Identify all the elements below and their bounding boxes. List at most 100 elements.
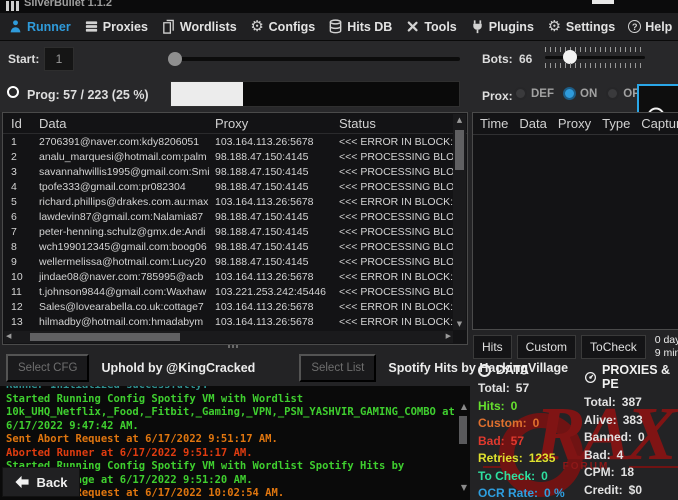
log-scroll-down-icon[interactable]: ▼ [461, 483, 467, 492]
splitter-grip[interactable] [228, 345, 238, 348]
col-header-proxy[interactable]: Proxy [211, 116, 335, 131]
cell-id: 11 [3, 286, 33, 298]
table-row[interactable]: 9 wellermelissa@hotmail.com:Lucy20 98.18… [3, 254, 467, 269]
table-row[interactable]: 8 wch199012345@gmail.com:boog06 98.188.4… [3, 239, 467, 254]
stat-value: 57 [511, 434, 524, 448]
menu-item-label: Hits DB [347, 20, 392, 34]
tab-tocheck[interactable]: ToCheck [581, 335, 646, 359]
cell-status: <<< PROCESSING BLOCK [335, 166, 453, 178]
log-line: Sent Abort Request at 6/17/2022 9:51:17 … [6, 433, 456, 447]
log-scrollbar-thumb[interactable] [459, 416, 467, 444]
scroll-left-icon[interactable]: ◀ [6, 332, 11, 340]
tab-hits[interactable]: Hits [473, 335, 512, 359]
table-row[interactable]: 10 jindae08@naver.com:785995@acb 103.164… [3, 269, 467, 284]
scroll-down-icon[interactable]: ▼ [453, 320, 466, 328]
stat-value: 383 [623, 413, 643, 427]
cell-proxy: 103.164.113.26:5678 [211, 316, 335, 328]
menu-item-plugins[interactable]: Plugins [470, 19, 534, 34]
selected-config-name: Uphold by @KingCracked [101, 361, 255, 375]
cell-data: 2706391@naver.com:kdy8206051 [33, 136, 211, 148]
data-stats-rows: Total: 57 Hits: 0 Custom: 0 Bad: [478, 381, 580, 500]
cell-id: 2 [3, 151, 33, 163]
back-arrow-icon [14, 475, 30, 489]
start-input[interactable]: 1 [44, 47, 74, 71]
vertical-scrollbar-thumb[interactable] [455, 130, 464, 170]
app-logo-icon [6, 1, 19, 11]
table-row[interactable]: 4 tpofe333@gmail.com:pr082304 98.188.47.… [3, 179, 467, 194]
stat-label: Retries: [478, 451, 523, 465]
back-button[interactable]: Back [2, 467, 80, 497]
radio-icon [606, 87, 619, 100]
cell-proxy: 98.188.47.150:4145 [211, 166, 335, 178]
table-row[interactable]: 2 analu_marquesi@hotmail.com:palm 98.188… [3, 149, 467, 164]
cell-data: peter-henning.schulz@gmx.de:Andi [33, 226, 211, 238]
bots-slider[interactable] [545, 56, 645, 59]
cell-data: Sales@lovearabella.co.uk:cottage7 [33, 301, 211, 313]
cell-id: 4 [3, 181, 33, 193]
log-scroll-up-icon[interactable]: ▲ [461, 402, 467, 411]
start-slider-thumb[interactable] [168, 52, 182, 66]
table-row[interactable]: 12 Sales@lovearabella.co.uk:cottage7 103… [3, 299, 467, 314]
col-header-data[interactable]: Data [33, 116, 211, 131]
stats-panel: RAX FORUM DATA Total: 57 Hits: [472, 358, 678, 500]
table-row[interactable]: 11 t.johnson9844@gmail.com:Waxhaw 103.22… [3, 284, 467, 299]
menu-item-tools[interactable]: Tools [405, 19, 456, 34]
table-row[interactable]: 1 2706391@naver.com:kdy8206051 103.164.1… [3, 134, 467, 149]
col-header-status[interactable]: Status [335, 116, 453, 131]
stat-label: OCR Rate: [478, 486, 538, 500]
horizontal-scrollbar[interactable]: ◀ ▶ [4, 331, 453, 343]
col-header-capture[interactable]: Capture [641, 116, 678, 131]
table-row[interactable]: 5 richard.phillips@drakes.com.au:max 103… [3, 194, 467, 209]
table-row[interactable]: 13 hilmadby@hotmail.com:hmadabym 103.164… [3, 314, 467, 329]
bots-slider-ticks [545, 47, 645, 52]
menu-item-settings[interactable]: ⚙ Settings [547, 19, 615, 34]
cell-data: savannahwillis1995@gmail.com:Smi [33, 166, 211, 178]
select-cfg-button[interactable]: Select CFG [6, 354, 89, 382]
col-header-data[interactable]: Data [519, 116, 546, 131]
menu-item-proxies[interactable]: Proxies [84, 19, 148, 34]
cell-status: <<< PROCESSING BLOCK [335, 181, 453, 193]
table-row[interactable]: 3 savannahwillis1995@gmail.com:Smi 98.18… [3, 164, 467, 179]
col-header-id[interactable]: Id [3, 116, 33, 131]
menu-item-wordlists[interactable]: Wordlists [161, 19, 237, 34]
table-row[interactable]: 6 lawdevin87@gmail.com:Nalamia87 98.188.… [3, 209, 467, 224]
cell-status: <<< ERROR IN BLOCK: R [335, 316, 453, 328]
cell-id: 9 [3, 256, 33, 268]
select-list-button[interactable]: Select List [299, 354, 376, 382]
cell-status: <<< ERROR IN BLOCK: R [335, 271, 453, 283]
cell-status: <<< PROCESSING BLOCK [335, 286, 453, 298]
stat-row: Bad: 4 [584, 448, 678, 462]
window-title: SilverBullet 1.1.2 [24, 0, 112, 9]
scroll-right-icon[interactable]: ▶ [446, 332, 451, 340]
horizontal-scrollbar-thumb[interactable] [30, 333, 180, 341]
tab-custom[interactable]: Custom [517, 335, 576, 359]
stat-row: Banned: 0 [584, 430, 678, 444]
cell-id: 8 [3, 241, 33, 253]
col-header-time[interactable]: Time [480, 116, 508, 131]
proxies-icon [84, 19, 99, 34]
col-header-proxy[interactable]: Proxy [558, 116, 591, 131]
radio-icon [563, 87, 576, 100]
menu-item-help[interactable]: ? Help [628, 20, 672, 34]
menu-item-runner[interactable]: Runner [8, 19, 71, 34]
col-header-type[interactable]: Type [602, 116, 630, 131]
stat-row: To Check: 0 [478, 469, 580, 483]
menu-item-configs[interactable]: ⚙ Configs [250, 19, 316, 34]
help-icon: ? [628, 20, 641, 33]
table-row[interactable]: 7 peter-henning.schulz@gmx.de:Andi 98.18… [3, 224, 467, 239]
stat-value: 0 [511, 399, 518, 413]
proxy-mode-on[interactable]: ON [563, 87, 597, 100]
start-slider[interactable] [170, 57, 460, 61]
stat-value: 0 [533, 416, 540, 430]
minimize-button[interactable] [592, 0, 614, 4]
vertical-scrollbar[interactable]: ▲ ▼ [453, 114, 466, 330]
menu-item-hits-db[interactable]: Hits DB [328, 19, 392, 34]
bots-slider-ticks [545, 63, 645, 68]
scroll-up-icon[interactable]: ▲ [453, 116, 466, 124]
stat-value: $0 [629, 483, 642, 497]
proxy-mode-def[interactable]: DEF [514, 87, 554, 100]
bots-slider-thumb[interactable] [563, 50, 577, 64]
plugins-icon [470, 19, 485, 34]
start-label: Start: [8, 52, 39, 66]
runner-controls: Start: 1 Bots: 66 Prog: 57 / 223 (25 %) … [0, 41, 678, 112]
